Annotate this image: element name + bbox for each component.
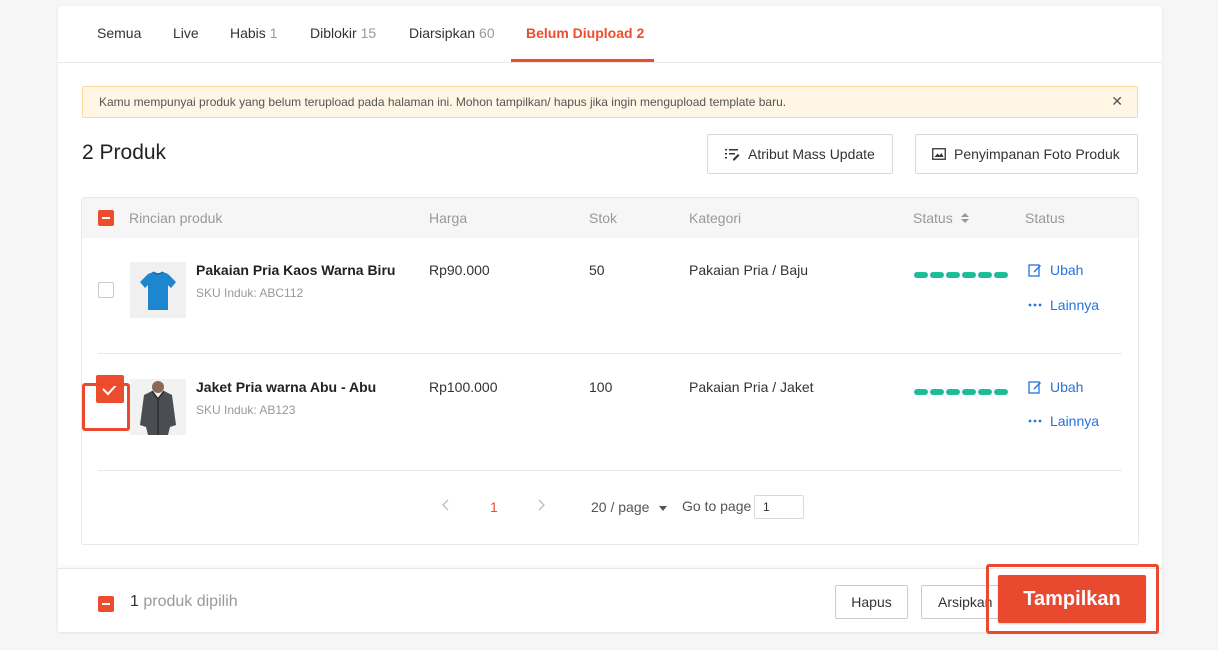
table-row: Jaket Pria warna Abu - Abu SKU Induk: AB… — [82, 355, 1122, 471]
product-image-blue-tshirt — [130, 262, 186, 318]
list-edit-icon — [725, 148, 740, 161]
close-icon[interactable]: ✕ — [1111, 93, 1123, 110]
header-product: Rincian produk — [129, 210, 223, 226]
tab-label: Belum Diupload — [526, 25, 633, 41]
edit-label: Ubah — [1050, 379, 1084, 395]
page-size-select[interactable]: 20 / page — [591, 499, 668, 515]
tab-diarsipkan[interactable]: Diarsipkan 60 — [409, 6, 495, 63]
edit-icon — [1028, 381, 1041, 394]
tab-label: Semua — [97, 25, 142, 41]
tab-semua[interactable]: Semua — [97, 6, 141, 63]
product-category: Pakaian Pria / Baju — [689, 262, 809, 278]
caret-down-icon — [659, 505, 668, 511]
tab-bar: Semua Live Habis 1 Diblokir 15 Diarsipka… — [58, 6, 1162, 63]
tshirt-image — [130, 262, 186, 318]
chevron-left-icon — [442, 499, 449, 511]
product-sku: SKU Induk: ABC112 — [196, 286, 304, 300]
product-name[interactable]: Jaket Pria warna Abu - Abu — [196, 379, 376, 395]
more-dots-icon — [1028, 419, 1042, 423]
selected-count: 1 — [130, 593, 139, 610]
product-stock: 50 — [589, 262, 605, 278]
product-table: Rincian produk Harga Stok Kategori Statu… — [81, 197, 1139, 545]
mass-update-button[interactable]: Atribut Mass Update — [707, 134, 893, 174]
photo-storage-button[interactable]: Penyimpanan Foto Produk — [915, 134, 1138, 174]
page-number-current[interactable]: 1 — [490, 499, 498, 515]
tab-label: Diarsipkan — [409, 25, 476, 41]
edit-link[interactable]: Ubah — [1028, 379, 1083, 395]
more-label: Lainnya — [1050, 297, 1100, 313]
status-bar — [914, 272, 1008, 278]
product-panel: Semua Live Habis 1 Diblokir 15 Diarsipka… — [58, 6, 1162, 634]
table-row: Pakaian Pria Kaos Warna Biru SKU Induk: … — [98, 238, 1122, 354]
product-sku: SKU Induk: AB123 — [196, 403, 296, 417]
notice-text: Kamu mempunyai produk yang belum teruplo… — [99, 95, 787, 109]
mass-update-label: Atribut Mass Update — [748, 146, 875, 162]
show-button[interactable]: Tampilkan — [998, 575, 1146, 623]
next-page-button[interactable] — [537, 498, 545, 514]
selected-label: produk dipilih — [143, 593, 238, 610]
status-bar — [914, 389, 1008, 395]
goto-page-input[interactable]: 1 — [754, 495, 804, 519]
tab-live[interactable]: Live — [173, 6, 199, 63]
header-status-sortable[interactable]: Status — [913, 210, 969, 226]
notice-banner: Kamu mempunyai produk yang belum teruplo… — [82, 86, 1138, 118]
product-category: Pakaian Pria / Jaket — [689, 379, 814, 395]
image-icon — [932, 147, 946, 160]
checkbox-highlight — [82, 383, 130, 431]
row-checkbox[interactable] — [98, 282, 114, 298]
tab-belum-diupload[interactable]: Belum Diupload 2 — [526, 6, 644, 63]
more-link[interactable]: Lainnya — [1028, 413, 1099, 429]
goto-label: Go to page — [682, 498, 752, 514]
delete-button[interactable]: Hapus — [835, 585, 908, 619]
product-image-grey-jacket — [130, 379, 186, 435]
sort-icon — [960, 213, 969, 224]
more-link[interactable]: Lainnya — [1028, 297, 1099, 313]
product-stock: 100 — [589, 379, 613, 395]
tab-label: Live — [173, 25, 199, 41]
tab-count: 60 — [479, 25, 495, 41]
header-price: Harga — [429, 210, 468, 226]
tab-label: Diblokir — [310, 25, 357, 41]
tab-count: 2 — [636, 25, 645, 41]
tab-label: Habis — [230, 25, 266, 41]
page-title: 2 Produk — [82, 141, 167, 164]
more-dots-icon — [1028, 303, 1042, 307]
header-actions: Status — [1025, 210, 1065, 226]
product-price: Rp90.000 — [429, 262, 490, 278]
more-label: Lainnya — [1050, 413, 1100, 429]
page-size-value: 20 / page — [591, 499, 650, 515]
selected-count-text: 1 produk dipilih — [130, 593, 238, 611]
product-name[interactable]: Pakaian Pria Kaos Warna Biru — [196, 262, 395, 278]
header-category: Kategori — [689, 210, 742, 226]
jacket-image — [130, 379, 186, 435]
select-all-checkbox[interactable] — [98, 210, 114, 226]
tab-count: 15 — [360, 25, 377, 41]
table-header: Rincian produk Harga Stok Kategori Statu… — [82, 198, 1138, 238]
header-stock: Stok — [589, 210, 618, 226]
active-tab-indicator — [511, 59, 654, 62]
chevron-right-icon — [538, 499, 545, 511]
footer-select-checkbox[interactable] — [98, 596, 114, 612]
edit-link[interactable]: Ubah — [1028, 262, 1083, 278]
prev-page-button[interactable] — [442, 498, 450, 514]
tab-diblokir[interactable]: Diblokir 15 — [310, 6, 376, 63]
edit-label: Ubah — [1050, 262, 1084, 278]
edit-icon — [1028, 264, 1041, 277]
photo-storage-label: Penyimpanan Foto Produk — [954, 146, 1120, 162]
product-price: Rp100.000 — [429, 379, 498, 395]
tab-count: 1 — [269, 25, 278, 41]
tab-habis[interactable]: Habis 1 — [230, 6, 277, 63]
header-status-label: Status — [913, 210, 953, 226]
